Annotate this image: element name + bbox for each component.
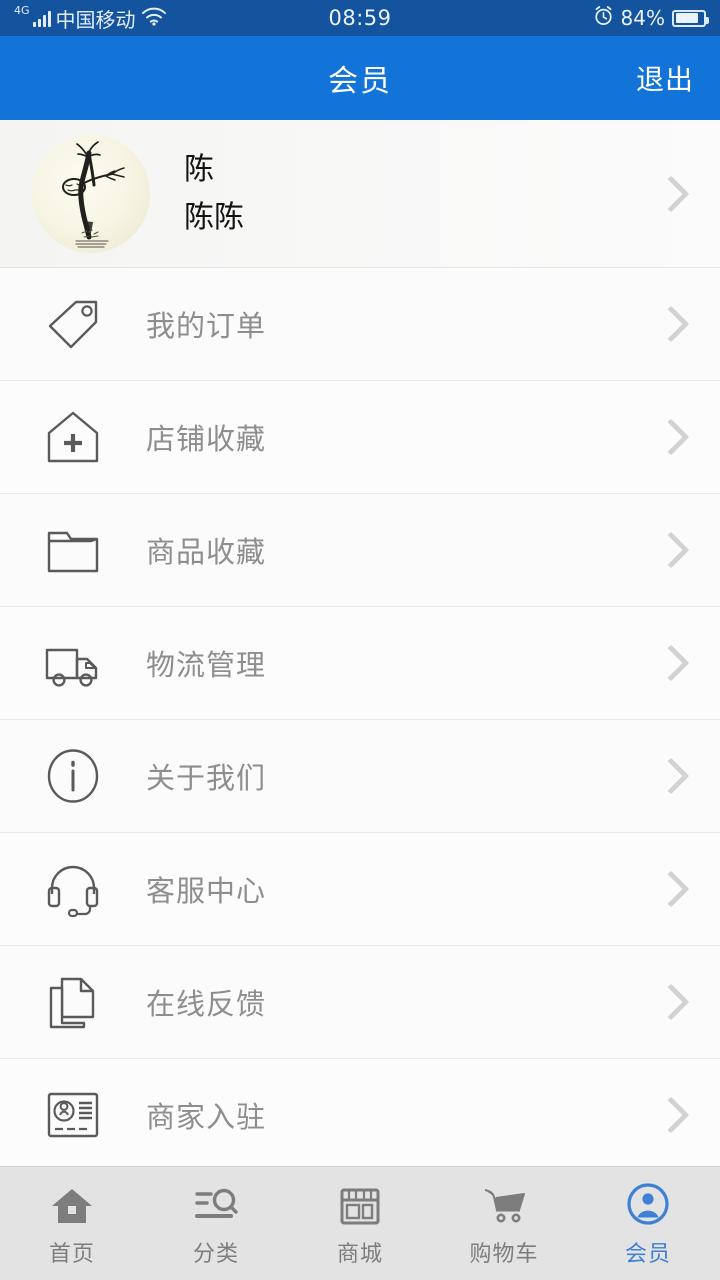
chevron-right-icon (652, 418, 690, 456)
user-circle-icon (626, 1180, 670, 1226)
menu-item-label: 商品收藏 (146, 535, 267, 569)
content-scroll-area[interactable]: 陈 陈陈 我的订单 店铺收藏 商品收藏 物流管理 关于我们 客服中心 在线反馈 … (0, 120, 720, 1166)
chevron-right-icon (652, 870, 690, 908)
tab-cart[interactable]: 购物车 (432, 1167, 576, 1280)
price-tag-icon (38, 289, 108, 359)
documents-icon (38, 967, 108, 1037)
tab-home[interactable]: 首页 (0, 1167, 144, 1280)
menu-item-chevron-wrap (648, 757, 694, 795)
menu-item-label: 客服中心 (146, 874, 267, 908)
signal-strength-icon (32, 10, 51, 27)
home-icon (50, 1180, 94, 1226)
battery-percent-label: 84% (620, 6, 665, 30)
tab-categories[interactable]: 分类 (144, 1167, 288, 1280)
logout-button[interactable]: 退出 (636, 58, 694, 98)
id-card-icon (38, 1080, 108, 1150)
storefront-icon (339, 1180, 381, 1226)
profile-row[interactable]: 陈 陈陈 (0, 120, 720, 268)
menu-item-chevron-wrap (648, 983, 694, 1021)
tab-mall[interactable]: 商城 (288, 1167, 432, 1280)
menu-item-product-favorites[interactable]: 商品收藏 (0, 494, 720, 607)
carrier-label: 中国移动 (55, 7, 136, 32)
alarm-clock-icon (593, 5, 614, 31)
status-bar-right: 84% (593, 5, 709, 31)
tab-label: 会员 (624, 1241, 671, 1267)
tab-label: 分类 (192, 1241, 239, 1267)
menu-item-label: 店铺收藏 (146, 422, 267, 456)
status-bar-left: 4G 中国移动 (14, 4, 167, 33)
app-header: 会员 退出 (0, 36, 720, 120)
info-circle-icon (38, 741, 108, 811)
profile-nickname: 陈陈 (184, 199, 244, 235)
menu-item-logistics[interactable]: 物流管理 (0, 607, 720, 720)
tab-label: 购物车 (469, 1241, 539, 1267)
truck-icon (38, 628, 108, 698)
menu-item-my-orders[interactable]: 我的订单 (0, 268, 720, 381)
tab-label: 商城 (336, 1241, 383, 1267)
category-search-icon (193, 1180, 239, 1226)
menu-item-chevron-wrap (648, 644, 694, 682)
chevron-right-icon (652, 531, 690, 569)
menu-item-merchant-settlement[interactable]: 商家入驻 (0, 1059, 720, 1166)
menu-item-label: 关于我们 (146, 761, 267, 795)
shopping-cart-icon (481, 1180, 527, 1226)
profile-names: 陈 陈陈 (184, 151, 244, 235)
phone-screen: 4G 中国移动 08:59 84% 会员 退出 陈 陈陈 我的订单 店铺收藏 商… (0, 0, 720, 1280)
chevron-right-icon (652, 644, 690, 682)
menu-item-chevron-wrap (648, 418, 694, 456)
battery-icon (672, 9, 709, 27)
tab-label: 首页 (48, 1241, 95, 1267)
menu-item-label: 物流管理 (146, 648, 267, 682)
user-avatar-ink-painting (62, 140, 125, 248)
network-type-label: 4G (14, 3, 30, 17)
status-bar: 4G 中国移动 08:59 84% (0, 0, 720, 36)
chevron-right-icon (652, 1096, 690, 1134)
bottom-tab-bar: 首页 分类 商城 购物车 会员 (0, 1166, 720, 1280)
tab-member[interactable]: 会员 (576, 1167, 720, 1280)
menu-item-chevron-wrap (648, 1096, 694, 1134)
wifi-icon (141, 7, 167, 30)
menu-item-store-favorites[interactable]: 店铺收藏 (0, 381, 720, 494)
avatar[interactable] (32, 134, 150, 253)
chevron-right-icon (652, 757, 690, 795)
page-title: 会员 (328, 64, 392, 99)
menu-item-label: 在线反馈 (146, 987, 267, 1021)
house-plus-icon (38, 402, 108, 472)
menu-item-online-feedback[interactable]: 在线反馈 (0, 946, 720, 1059)
profile-chevron-wrap (648, 175, 694, 212)
menu-item-about-us[interactable]: 关于我们 (0, 720, 720, 833)
menu-item-chevron-wrap (648, 870, 694, 908)
menu-item-chevron-wrap (648, 531, 694, 569)
menu-item-chevron-wrap (648, 305, 694, 343)
chevron-right-icon (652, 305, 690, 343)
folder-icon (38, 515, 108, 585)
headset-icon (38, 854, 108, 924)
menu-item-label: 我的订单 (146, 309, 267, 343)
chevron-right-icon (652, 175, 690, 212)
menu-item-label: 商家入驻 (146, 1100, 267, 1134)
menu-item-customer-service[interactable]: 客服中心 (0, 833, 720, 946)
profile-name: 陈 (184, 151, 214, 187)
chevron-right-icon (652, 983, 690, 1021)
